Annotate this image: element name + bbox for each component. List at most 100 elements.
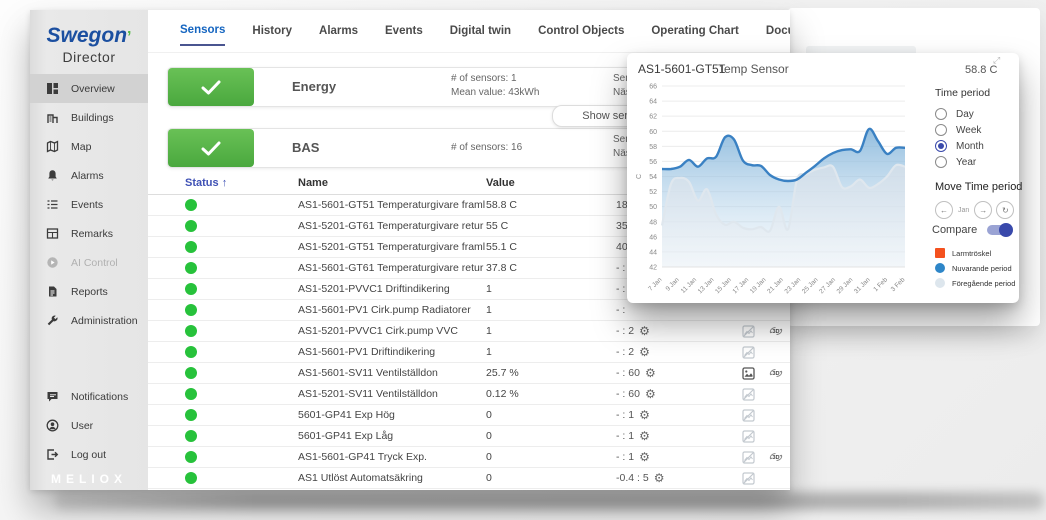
limit-range: - : 1 <box>616 430 634 442</box>
sidebar: Swegon’ Director Overview Buildings Map … <box>30 10 148 490</box>
settings-gear-icon[interactable]: ⚙ <box>639 408 650 422</box>
time-period-heading: Time period <box>935 87 990 99</box>
sidebar-item-notifications[interactable]: Notifications <box>30 382 148 411</box>
table-row[interactable]: AS1-5201-PVVC1 Cirk.pump VVC 1 - : 2 ⚙ 3… <box>148 321 790 342</box>
column-header-name[interactable]: Name <box>298 177 486 189</box>
sidebar-item-remarks[interactable]: Remarks <box>30 219 148 248</box>
table-row[interactable]: AS1-5601-SV11 Ventilställdon 25.7 % - : … <box>148 363 790 384</box>
no-image-icon[interactable] <box>742 388 755 401</box>
sidebar-item-map[interactable]: Map <box>30 132 148 161</box>
sidebar-item-user[interactable]: User <box>30 411 148 440</box>
next-period-button[interactable]: → <box>974 201 992 219</box>
settings-gear-icon[interactable]: ⚙ <box>645 366 656 380</box>
status-dot <box>185 304 197 316</box>
3d-view-icon[interactable]: 3D <box>768 450 784 464</box>
settings-gear-icon[interactable]: ⚙ <box>639 324 650 338</box>
3d-view-icon[interactable]: 3D <box>768 324 784 338</box>
radio-year[interactable]: Year <box>935 156 976 168</box>
tab-alarms[interactable]: Alarms <box>319 25 358 45</box>
sidebar-item-alarms[interactable]: Alarms <box>30 161 148 190</box>
table-row[interactable]: AS1-5201-SV11 Ventilställdon 0.12 % - : … <box>148 384 790 405</box>
previous-period-button[interactable]: ← <box>935 201 953 219</box>
settings-gear-icon[interactable]: ⚙ <box>639 450 650 464</box>
no-image-icon[interactable] <box>742 430 755 443</box>
tab-digital-twin[interactable]: Digital twin <box>450 25 511 45</box>
wrench-icon <box>46 314 59 327</box>
list-icon <box>46 198 59 211</box>
popup-sensor-id: AS1-5601-GT51 <box>638 62 725 76</box>
svg-text:3D: 3D <box>772 455 779 461</box>
sensor-name: AS1-5201-PVVC1 Driftindikering <box>298 283 486 295</box>
status-dot <box>185 472 197 484</box>
sidebar-item-logout[interactable]: Log out <box>30 440 148 469</box>
radio-label: Week <box>956 125 981 136</box>
radio-day[interactable]: Day <box>935 108 974 120</box>
sidebar-item-buildings[interactable]: Buildings <box>30 103 148 132</box>
tab-control-objects[interactable]: Control Objects <box>538 25 624 45</box>
no-image-icon[interactable] <box>742 346 755 359</box>
sidebar-item-reports[interactable]: Reports <box>30 277 148 306</box>
reset-period-button[interactable]: ↻ <box>996 201 1014 219</box>
compare-toggle[interactable] <box>987 225 1011 235</box>
settings-gear-icon[interactable]: ⚙ <box>639 345 650 359</box>
mean-value: Mean value: 43kWh <box>451 86 539 100</box>
table-row[interactable]: AS1-GT10 Utetemperaturgivare -4.3 C - : … <box>148 489 790 490</box>
sensor-name: 5601-GP41 Exp Hög <box>298 409 486 421</box>
ai-control-icon <box>46 256 59 269</box>
legend-item-previous-period: Föregående period <box>935 278 1015 288</box>
tab-operating-chart[interactable]: Operating Chart <box>651 25 739 45</box>
table-row[interactable]: AS1-5601-PV1 Cirk.pump Radiatorer 1 - : … <box>148 300 790 321</box>
sidebar-item-label: Alarms <box>71 170 104 182</box>
sensor-value: 0 <box>486 451 616 463</box>
table-row[interactable]: AS1-5601-GP41 Tryck Exp. 0 - : 1 ⚙ 3D <box>148 447 790 468</box>
brand-name: Swegon <box>47 24 128 47</box>
tab-documents[interactable]: Documents <box>766 25 790 45</box>
sidebar-item-administration[interactable]: Administration <box>30 306 148 335</box>
svg-text:11 Jan: 11 Jan <box>680 276 699 295</box>
column-header-value[interactable]: Value <box>486 177 616 189</box>
sensor-name: 5601-GP41 Exp Låg <box>298 430 486 442</box>
svg-text:52: 52 <box>649 189 657 196</box>
limit-range: - : 2 <box>616 346 634 358</box>
compare-control: Compare <box>932 224 1011 236</box>
move-time-period-heading: Move Time period <box>935 181 1022 193</box>
move-time-period-controls: ← Jan → ↻ <box>935 201 1014 219</box>
sensor-count: # of sensors: 1 <box>451 72 539 86</box>
status-dot <box>185 241 197 253</box>
limit-range: - : 2 <box>616 325 634 337</box>
tab-history[interactable]: History <box>252 25 292 45</box>
sidebar-nav: Overview Buildings Map Alarms Events Rem… <box>30 74 148 335</box>
table-row[interactable]: 5601-GP41 Exp Hög 0 - : 1 ⚙ 3D <box>148 405 790 426</box>
limit-range: 40 <box>616 241 628 253</box>
sidebar-item-overview[interactable]: Overview <box>30 74 148 103</box>
status-ok-button[interactable] <box>168 129 254 167</box>
sidebar-item-ai-control[interactable]: AI Control <box>30 248 148 277</box>
table-row[interactable]: AS1-5601-PV1 Driftindikering 1 - : 2 ⚙ 3… <box>148 342 790 363</box>
radio-month[interactable]: Month <box>935 140 984 152</box>
settings-gear-icon[interactable]: ⚙ <box>654 471 665 485</box>
settings-gear-icon[interactable]: ⚙ <box>645 387 656 401</box>
sensor-value: 0 <box>486 430 616 442</box>
table-row[interactable]: AS1 Utlöst Automatsäkring 0 -0.4 : 5 ⚙ 3… <box>148 468 790 489</box>
tab-bar: Sensors History Alarms Events Digital tw… <box>180 20 790 50</box>
tab-sensors[interactable]: Sensors <box>180 24 225 46</box>
sensor-name: AS1-5201-GT51 Temperaturgivare framl. <box>298 241 486 253</box>
no-image-icon[interactable] <box>742 472 755 485</box>
no-image-icon[interactable] <box>742 451 755 464</box>
settings-gear-icon[interactable]: ⚙ <box>639 429 650 443</box>
status-ok-button[interactable] <box>168 68 254 106</box>
limit-range: - : 1 <box>616 451 634 463</box>
no-image-icon[interactable] <box>742 325 755 338</box>
column-header-status[interactable]: Status ↑ <box>185 177 298 189</box>
sensor-name: AS1-5601-PV1 Driftindikering <box>298 346 486 358</box>
image-icon[interactable] <box>742 367 755 380</box>
radio-week[interactable]: Week <box>935 124 981 136</box>
table-row[interactable]: 5601-GP41 Exp Låg 0 - : 1 ⚙ 3D <box>148 426 790 447</box>
legend-swatch <box>935 263 945 273</box>
3d-view-icon[interactable]: 3D <box>768 366 784 380</box>
svg-text:56: 56 <box>649 159 657 166</box>
no-image-icon[interactable] <box>742 409 755 422</box>
svg-text:64: 64 <box>649 99 657 106</box>
sidebar-item-events[interactable]: Events <box>30 190 148 219</box>
tab-events[interactable]: Events <box>385 25 423 45</box>
